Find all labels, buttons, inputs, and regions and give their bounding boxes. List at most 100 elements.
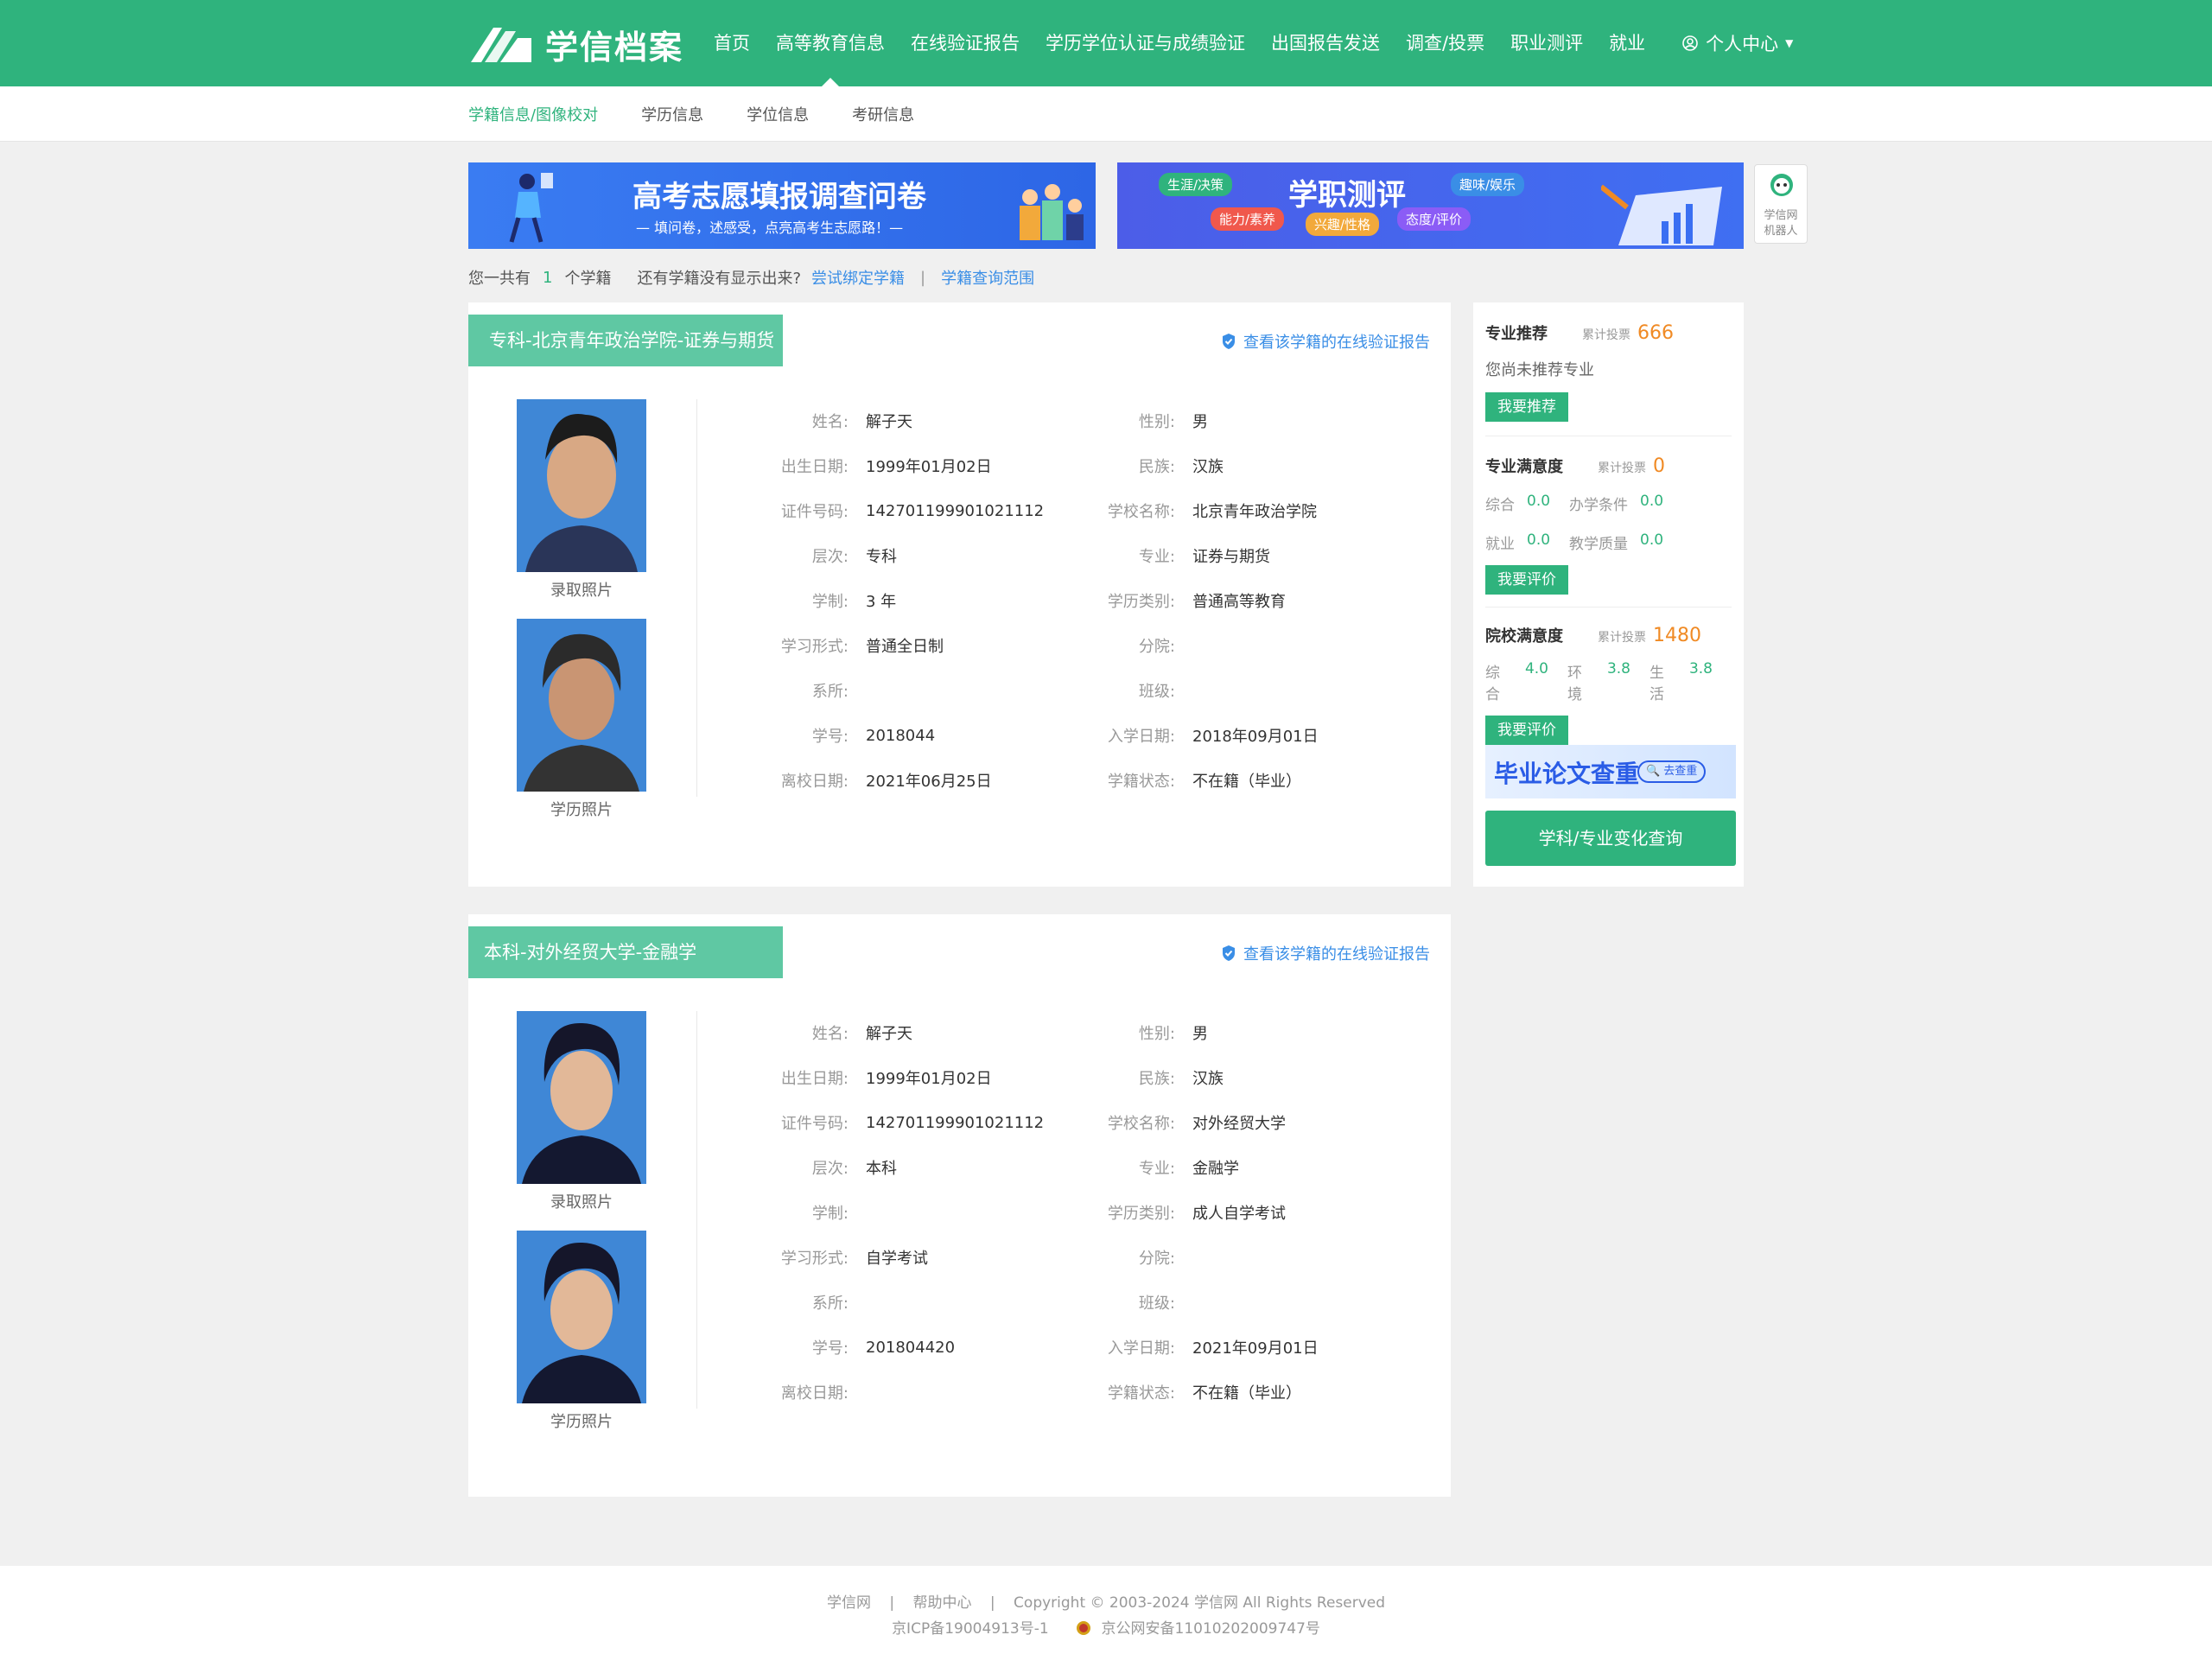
nav-employment[interactable]: 就业 [1609,0,1645,86]
recommend-button[interactable]: 我要推荐 [1485,392,1568,422]
verify-report-link[interactable]: 查看该学籍的在线验证报告 [1221,942,1430,964]
field-label: 学制: [811,593,849,611]
subnav-enrollment-info[interactable]: 学籍信息/图像校对 [468,103,598,125]
field-label: 入学日期: [1107,1339,1175,1358]
field-label: 学校名称: [1107,1115,1175,1133]
field-label: 入学日期: [1107,728,1175,746]
logo[interactable]: 学信档案 [467,22,684,67]
score-value: 3.8 [1606,660,1630,678]
field-value: 3 年 [866,593,897,611]
logo-text: 学信档案 [545,28,684,67]
vote-label: 累计投票 [1598,631,1646,645]
school-satisfaction-block: 院校满意度 累计投票 1480 综合 4.0 环境 3.8 生活 3.8 我要评价 [1485,624,1732,745]
photo-column: 录取照片 学历照片 [517,1011,646,1450]
nav-higher-education[interactable]: 高等教育信息 [776,0,885,86]
field-value: 2021年06月25日 [866,773,992,791]
subnav-graduate-exam-info[interactable]: 考研信息 [852,103,914,125]
police-badge-icon [1076,1620,1096,1638]
subnav-degree-info[interactable]: 学位信息 [747,103,809,125]
field-label: 层次: [811,548,849,566]
thesis-check-banner[interactable]: 毕业论文查重 🔍 去查重 [1485,745,1736,798]
rate-school-button[interactable]: 我要评价 [1485,716,1568,745]
footer-link-help[interactable]: 帮助中心 [913,1594,972,1612]
nav-survey[interactable]: 调查/投票 [1406,0,1484,86]
score-value: 0.0 [1640,531,1664,549]
tag-attitude: 态度/评价 [1397,207,1471,231]
score-value: 3.8 [1688,660,1713,678]
tag-interest: 兴趣/性格 [1306,213,1380,236]
footer-police[interactable]: 京公网安备11010202009747号 [1102,1620,1320,1638]
summary-prefix: 您一共有 [468,270,531,288]
field-label: 民族: [1138,1070,1175,1088]
major-recommend-block: 专业推荐 累计投票 666 您尚未推荐专业 我要推荐 [1485,321,1732,422]
field-label: 层次: [811,1160,849,1178]
nav-degree-certification[interactable]: 学历学位认证与成绩验证 [1046,0,1245,86]
field-value: 自学考试 [866,1250,928,1268]
subnav-education-info[interactable]: 学历信息 [641,103,703,125]
rate-major-button[interactable]: 我要评价 [1485,565,1568,595]
divider [696,1011,697,1409]
score-value: 0.0 [1640,493,1664,510]
field-label: 学校名称: [1107,503,1175,521]
major-satisfaction-title: 专业满意度 [1485,458,1563,476]
field-value: 汉族 [1192,1070,1224,1088]
record-summary: 您一共有 1 个学籍 还有学籍没有显示出来? 尝试绑定学籍 | 学籍查询范围 [468,264,1034,290]
field-value: 2018044 [866,726,936,745]
field-label: 证件号码: [780,1115,849,1133]
career-test-banner[interactable]: 生涯/决策 能力/素养 学职测评 兴趣/性格 态度/评价 趣味/娱乐 [1117,162,1744,249]
tag-fun: 趣味/娱乐 [1451,173,1525,196]
field-label: 系所: [811,683,849,701]
robot-assistant[interactable]: 学信网 机器人 [1754,164,1808,244]
user-icon [1682,35,1698,51]
vote-label: 累计投票 [1598,461,1646,475]
field-value: 男 [1192,413,1208,431]
field-value: 男 [1192,1025,1208,1043]
field-value: 1999年01月02日 [866,458,992,476]
field-value: 成人自学考试 [1192,1205,1286,1223]
photo-column: 录取照片 学历照片 [517,399,646,838]
vote-count: 666 [1637,322,1674,344]
field-value: 汉族 [1192,458,1224,476]
shield-icon [1223,334,1235,349]
diploma-photo-caption: 学历照片 [550,801,613,819]
tag-career-decision: 生涯/决策 [1159,173,1233,196]
field-value: 不在籍（毕业） [1192,1384,1301,1403]
score-label: 环境 [1567,665,1582,703]
nav-overseas-report[interactable]: 出国报告发送 [1271,0,1380,86]
verify-report-link[interactable]: 查看该学籍的在线验证报告 [1221,330,1430,353]
nav-online-verification[interactable]: 在线验证报告 [911,0,1020,86]
field-value: 专科 [866,548,897,566]
field-value: 普通高等教育 [1192,593,1286,611]
person-illustration [509,173,553,243]
thesis-check-title: 毕业论文查重 [1494,760,1640,788]
divider [696,399,697,797]
score-value: 4.0 [1524,660,1548,678]
footer-link-chsi[interactable]: 学信网 [827,1594,871,1612]
field-value: 对外经贸大学 [1192,1115,1286,1133]
verify-report-label: 查看该学籍的在线验证报告 [1243,945,1430,964]
user-menu[interactable]: 个人中心 ▼ [1681,30,1793,56]
career-banner-title: 学职测评 [1288,178,1406,213]
field-label: 学籍状态: [1107,1384,1175,1403]
query-scope-link[interactable]: 学籍查询范围 [941,266,1034,289]
chart-illustration [1601,184,1722,245]
user-menu-label: 个人中心 [1706,34,1779,54]
nav-career-test[interactable]: 职业测评 [1510,0,1583,86]
footer-icp[interactable]: 京ICP备19004913号-1 [892,1620,1049,1638]
field-label: 离校日期: [780,773,849,791]
survey-banner[interactable]: 高考志愿填报调查问卷 — 填问卷，述感受，点亮高考生志愿路！— [468,162,1096,249]
score-label: 综合 [1485,665,1500,703]
nav-home[interactable]: 首页 [714,0,750,86]
field-label: 学籍状态: [1107,773,1175,791]
summary-separator: | [920,268,926,287]
field-label: 性别: [1138,1025,1175,1043]
diploma-photo [517,1231,646,1403]
sub-nav: 学籍信息/图像校对 学历信息 学位信息 考研信息 [0,86,2212,142]
field-label: 学号: [811,728,849,746]
diploma-photo [517,619,646,792]
tag-ability: 能力/素养 [1211,207,1285,231]
field-label: 民族: [1138,458,1175,476]
field-value: 普通全日制 [866,638,944,656]
major-change-query-button[interactable]: 学科/专业变化查询 [1485,811,1736,866]
bind-record-link[interactable]: 尝试绑定学籍 [811,266,905,289]
